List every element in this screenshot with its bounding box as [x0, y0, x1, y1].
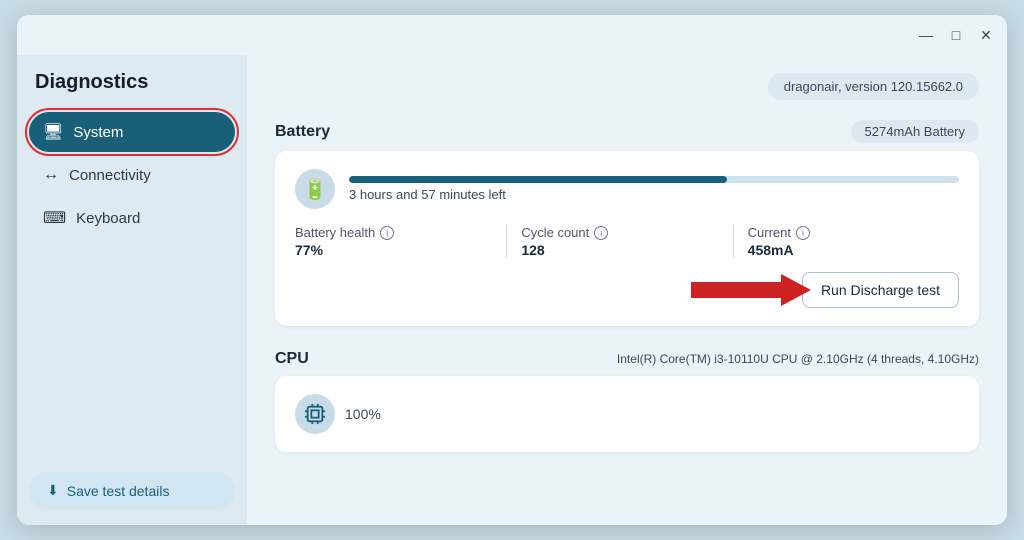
- battery-section: Battery 5274mAh Battery 🔋 3 hours: [275, 120, 979, 326]
- maximize-button[interactable]: □: [947, 26, 965, 44]
- cpu-card: 100%: [275, 376, 979, 452]
- cpu-info-badge: Intel(R) Core(TM) i3-10110U CPU @ 2.10GH…: [617, 352, 979, 366]
- battery-card: 🔋 3 hours and 57 minutes left: [275, 151, 979, 326]
- battery-header: Battery 5274mAh Battery: [275, 120, 979, 143]
- battery-icon: 🔋: [295, 169, 335, 209]
- run-discharge-test-button[interactable]: Run Discharge test: [802, 272, 959, 308]
- battery-health-value: 77%: [295, 242, 492, 258]
- sidebar-item-connectivity[interactable]: ↔ Connectivity: [29, 156, 235, 194]
- close-button[interactable]: ✕: [977, 26, 995, 44]
- cycle-count-info-icon[interactable]: i: [594, 226, 608, 240]
- battery-bar-wrap: [349, 176, 959, 183]
- sidebar-item-connectivity-label: Connectivity: [69, 167, 151, 184]
- cpu-icon: [295, 394, 335, 434]
- sidebar-item-system[interactable]: 🖥 System: [29, 112, 235, 152]
- battery-title: Battery: [275, 123, 330, 141]
- battery-health-info-icon[interactable]: i: [380, 226, 394, 240]
- cpu-percent: 100%: [345, 406, 381, 422]
- main-panel: dragonair, version 120.15662.0 Battery 5…: [247, 55, 1007, 525]
- version-row: dragonair, version 120.15662.0: [275, 73, 979, 100]
- arrow-icon: [691, 272, 811, 308]
- battery-bar: [349, 176, 727, 183]
- battery-info: 3 hours and 57 minutes left: [349, 176, 959, 202]
- keyboard-icon: ⌨: [43, 208, 66, 228]
- current-label: Current i: [748, 225, 945, 240]
- cycle-count-value: 128: [521, 242, 718, 258]
- connectivity-icon: ↔: [43, 166, 59, 184]
- sidebar-item-keyboard-label: Keyboard: [76, 210, 140, 227]
- system-icon: 🖥: [43, 122, 63, 142]
- version-badge: dragonair, version 120.15662.0: [768, 73, 979, 100]
- battery-badge: 5274mAh Battery: [851, 120, 979, 143]
- sidebar: Diagnostics 🖥 System ↔ Connectivity ⌨ Ke…: [17, 55, 247, 525]
- save-btn-label: Save test details: [67, 483, 170, 499]
- stat-cycle-count: Cycle count i 128: [507, 225, 733, 258]
- discharge-row: Run Discharge test: [295, 272, 959, 308]
- current-info-icon[interactable]: i: [796, 226, 810, 240]
- battery-time: 3 hours and 57 minutes left: [349, 187, 959, 202]
- stat-current: Current i 458mA: [734, 225, 959, 258]
- cpu-section: CPU Intel(R) Core(TM) i3-10110U CPU @ 2.…: [275, 350, 979, 452]
- titlebar: — □ ✕: [17, 15, 1007, 55]
- minimize-button[interactable]: —: [917, 26, 935, 44]
- cpu-title: CPU: [275, 350, 309, 368]
- sidebar-item-system-label: System: [73, 124, 123, 141]
- cycle-count-label: Cycle count i: [521, 225, 718, 240]
- cpu-header: CPU Intel(R) Core(TM) i3-10110U CPU @ 2.…: [275, 350, 979, 368]
- battery-health-label: Battery health i: [295, 225, 492, 240]
- sidebar-item-keyboard[interactable]: ⌨ Keyboard: [29, 198, 235, 238]
- save-icon: ⬇: [47, 482, 59, 499]
- battery-top: 🔋 3 hours and 57 minutes left: [295, 169, 959, 209]
- app-title: Diagnostics: [29, 71, 235, 94]
- current-value: 458mA: [748, 242, 945, 258]
- battery-stats: Battery health i 77% Cycle count i 128: [295, 225, 959, 258]
- app-window: — □ ✕ Diagnostics 🖥 System ↔ Connectivit…: [17, 15, 1007, 525]
- save-test-details-button[interactable]: ⬇ Save test details: [29, 472, 235, 509]
- cpu-row: 100%: [295, 394, 959, 434]
- stat-battery-health: Battery health i 77%: [295, 225, 507, 258]
